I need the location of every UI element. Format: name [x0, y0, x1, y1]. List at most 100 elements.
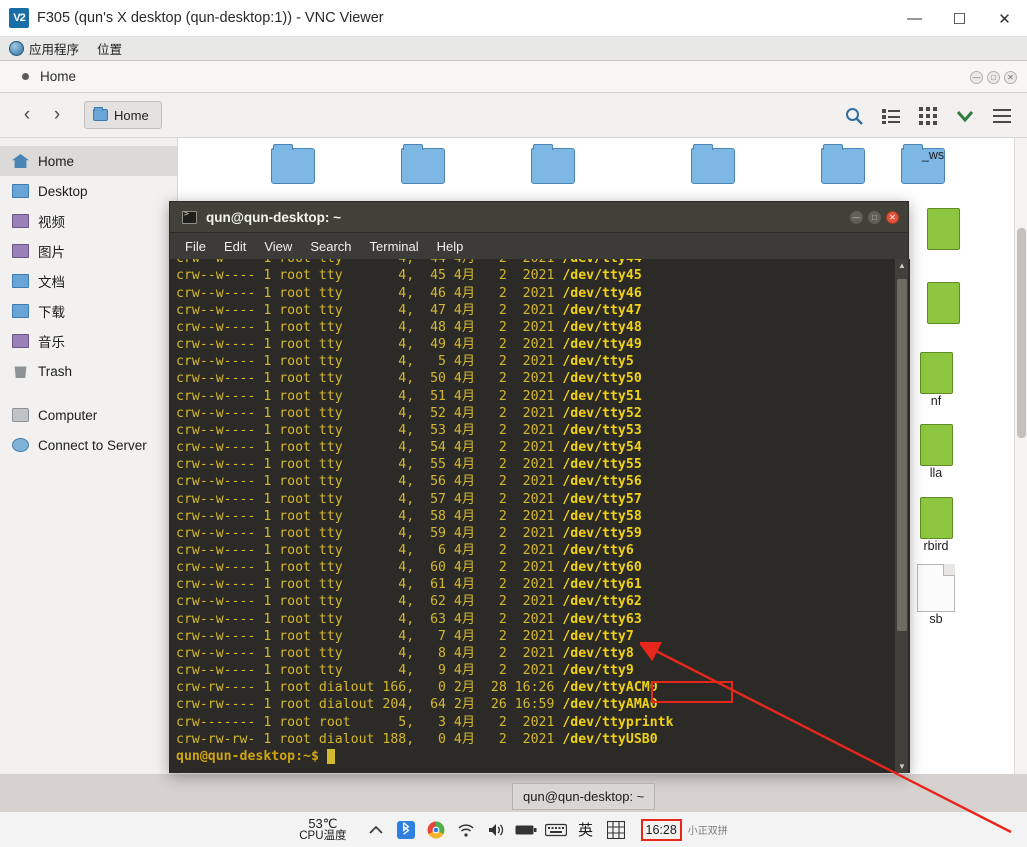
bluetooth-icon[interactable]: [395, 819, 417, 841]
vnc-viewer-titlebar: V2 F305 (qun's X desktop (qun-desktop:1)…: [0, 0, 1027, 37]
grid-view-icon[interactable]: [914, 102, 941, 129]
scroll-up-icon[interactable]: ▲: [898, 261, 906, 270]
file-manager-sidebar: Home Desktop 视频 图片 文档 下载 音乐 Trash Comput…: [0, 138, 178, 774]
video-folder-icon: [12, 214, 29, 228]
applications-menu[interactable]: 应用程序: [0, 37, 88, 61]
close-icon[interactable]: ✕: [886, 211, 899, 224]
pictures-folder-icon: [12, 244, 29, 258]
sidebar-item-home[interactable]: Home: [0, 146, 177, 176]
list-item[interactable]: [658, 138, 768, 184]
sidebar-item-desktop[interactable]: Desktop: [0, 176, 177, 206]
sidebar-item-label: Trash: [38, 363, 73, 379]
folder-icon: [12, 184, 29, 198]
close-icon[interactable]: ✕: [982, 0, 1027, 37]
host-system-tray: 53℃ CPU温度 英 16:28 小正双拼: [0, 812, 1027, 847]
sidebar-item-label: 视频: [38, 215, 65, 230]
terminal-text: crw--w---- 1 root tty 4, 44 4月 2 2021 /d…: [176, 259, 674, 764]
list-item[interactable]: _ws: [878, 148, 988, 162]
sidebar-divider: [0, 386, 177, 400]
xfce-top-panel: 应用程序 位置: [0, 37, 1027, 61]
terminal-scrollbar[interactable]: ▲ ▼: [894, 259, 908, 773]
applications-label: 应用程序: [29, 43, 80, 57]
sidebar-item-label: Desktop: [38, 183, 88, 199]
file-manager-title: Home: [40, 69, 77, 84]
terminal-titlebar: qun@qun-desktop: ~ — □ ✕: [170, 202, 908, 233]
file-manager-toolbar: ‹ › Home: [0, 93, 1027, 138]
list-item[interactable]: [498, 138, 608, 184]
remote-desktop[interactable]: 应用程序 位置 Home — □ ✕ ‹ › Home Home Desktop…: [0, 37, 1027, 812]
scrollbar-thumb[interactable]: [1017, 228, 1026, 438]
folder-icon: [498, 138, 608, 184]
terminal-window-controls: — □ ✕: [850, 202, 899, 233]
folder-icon: [93, 107, 108, 121]
search-icon[interactable]: [840, 102, 867, 129]
folder-icon: [368, 138, 478, 184]
home-icon: [12, 154, 29, 168]
menu-view[interactable]: View: [255, 239, 301, 254]
places-menu[interactable]: 位置: [88, 37, 131, 61]
menu-search[interactable]: Search: [301, 239, 360, 254]
minimize-icon[interactable]: —: [850, 211, 863, 224]
minimize-icon[interactable]: —: [970, 70, 983, 84]
back-button[interactable]: ‹: [12, 100, 42, 130]
window-menu-icon[interactable]: [22, 73, 29, 80]
chevron-down-icon[interactable]: [951, 102, 978, 129]
battery-icon[interactable]: [515, 819, 537, 841]
menu-edit[interactable]: Edit: [215, 239, 255, 254]
clock[interactable]: 16:28: [640, 818, 682, 841]
list-item-label: _ws: [921, 148, 945, 162]
folder-icon: [658, 138, 768, 184]
maximize-icon[interactable]: □: [868, 211, 881, 224]
ime-lang-icon[interactable]: [605, 819, 627, 841]
terminal-title: qun@qun-desktop: ~: [206, 209, 342, 225]
menu-help[interactable]: Help: [428, 239, 473, 254]
menu-file[interactable]: File: [176, 239, 215, 254]
volume-icon[interactable]: [485, 819, 507, 841]
cpu-temp-value: 53℃: [308, 815, 338, 831]
terminal-menubar: File Edit View Search Terminal Help: [170, 233, 908, 259]
sidebar-item-videos[interactable]: 视频: [0, 206, 177, 236]
ime-chinese-icon[interactable]: 英: [575, 819, 597, 841]
sidebar-item-connect-to-server[interactable]: Connect to Server: [0, 430, 177, 460]
sidebar-item-downloads[interactable]: 下载: [0, 296, 177, 326]
sidebar-item-trash[interactable]: Trash: [0, 356, 177, 386]
taskbar-tooltip: qun@qun-desktop: ~: [512, 783, 656, 810]
sidebar-item-music[interactable]: 音乐: [0, 326, 177, 356]
sidebar-item-documents[interactable]: 文档: [0, 266, 177, 296]
applications-icon: [9, 41, 24, 56]
menu-terminal[interactable]: Terminal: [361, 239, 428, 254]
list-item[interactable]: [368, 138, 478, 184]
scrollbar-thumb[interactable]: [897, 279, 907, 631]
vnc-window-title: F305 (qun's X desktop (qun-desktop:1)) -…: [37, 10, 384, 26]
chrome-icon[interactable]: [425, 819, 447, 841]
sidebar-item-pictures[interactable]: 图片: [0, 236, 177, 266]
keyboard-icon[interactable]: [544, 819, 567, 841]
downloads-folder-icon: [12, 304, 29, 318]
terminal-window[interactable]: qun@qun-desktop: ~ — □ ✕ File Edit View …: [169, 201, 910, 773]
maximize-icon[interactable]: ☐: [937, 0, 982, 37]
terminal-icon: [182, 209, 197, 224]
file-area-scrollbar[interactable]: [1014, 138, 1027, 774]
cpu-temp-label: CPU温度: [299, 829, 347, 842]
terminal-output-area[interactable]: crw--w---- 1 root tty 4, 44 4月 2 2021 /d…: [170, 259, 910, 773]
minimize-icon[interactable]: —: [892, 0, 937, 37]
menu-icon[interactable]: [988, 102, 1015, 129]
maximize-icon[interactable]: □: [987, 70, 1000, 84]
forward-button[interactable]: ›: [42, 100, 72, 130]
sidebar-item-label: Computer: [38, 407, 98, 423]
sidebar-item-label: Connect to Server: [38, 437, 147, 453]
sidebar-item-label: 文档: [38, 275, 65, 290]
wifi-icon[interactable]: [455, 819, 477, 841]
music-folder-icon: [12, 334, 29, 348]
vnc-window-controls: — ☐ ✕: [892, 0, 1027, 37]
breadcrumb-label: Home: [114, 107, 149, 123]
list-view-icon[interactable]: [877, 102, 904, 129]
list-item[interactable]: [238, 138, 348, 184]
breadcrumb-home-button[interactable]: Home: [84, 101, 162, 129]
close-icon[interactable]: ✕: [1004, 70, 1017, 84]
scroll-down-icon[interactable]: ▼: [898, 762, 906, 771]
chevron-up-icon[interactable]: [365, 819, 387, 841]
network-icon: [12, 438, 29, 452]
sidebar-item-computer[interactable]: Computer: [0, 400, 177, 430]
sidebar-item-label: 音乐: [38, 335, 65, 350]
